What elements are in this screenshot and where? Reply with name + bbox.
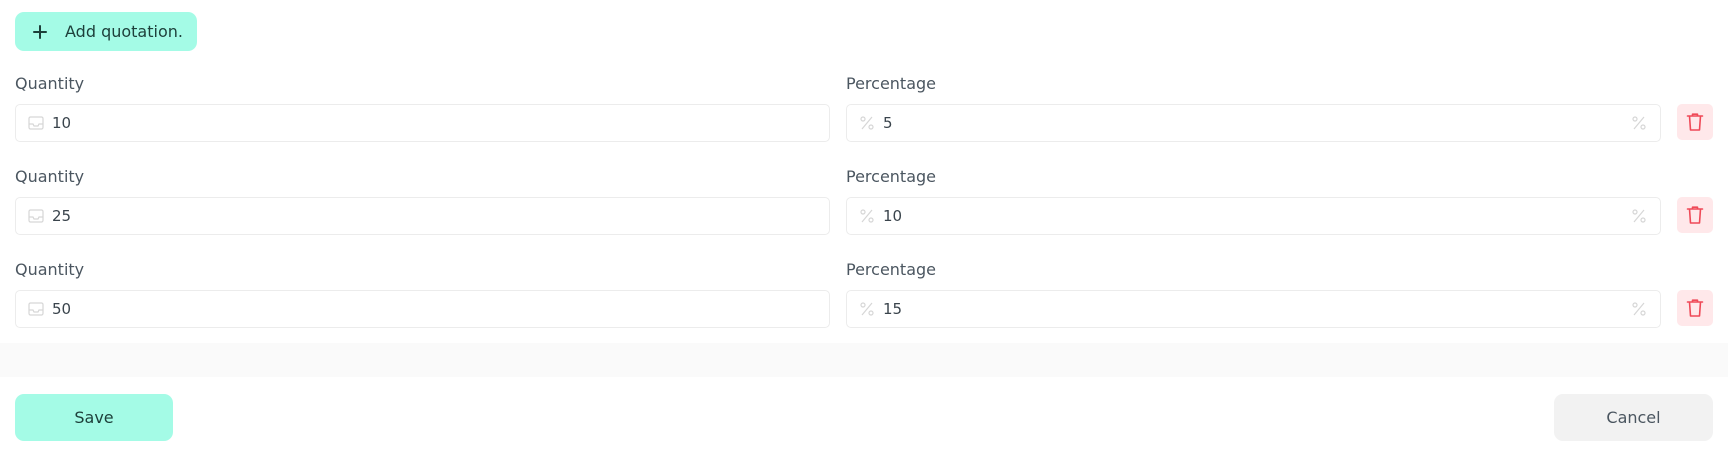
- quantity-field[interactable]: [15, 290, 830, 328]
- delete-quotation-button[interactable]: [1677, 104, 1713, 140]
- quantity-label: Quantity: [15, 167, 85, 186]
- quotation-row: Quantity Percentage: [0, 151, 1728, 243]
- percentage-label: Percentage: [846, 260, 937, 279]
- delete-quotation-button[interactable]: [1677, 197, 1713, 233]
- percentage-input[interactable]: [883, 291, 1630, 327]
- percentage-field[interactable]: [846, 290, 1661, 328]
- percentage-field[interactable]: [846, 104, 1661, 142]
- quantity-label: Quantity: [15, 74, 85, 93]
- trash-icon: [1686, 299, 1704, 317]
- inbox-icon: [28, 116, 44, 130]
- percentage-input[interactable]: [883, 105, 1630, 141]
- quantity-input[interactable]: [52, 291, 829, 327]
- add-quotation-label: Add quotation.: [65, 22, 183, 41]
- trash-icon: [1686, 113, 1704, 131]
- quotation-form: Add quotation. Quantity Percentage 10 5 …: [0, 0, 1728, 456]
- quantity-input[interactable]: [52, 105, 829, 141]
- quotation-list: Quantity Percentage 10 5 Quantity Percen…: [0, 58, 1728, 343]
- save-button[interactable]: Save: [15, 394, 173, 441]
- percent-icon: [1632, 116, 1646, 130]
- percent-icon: [860, 116, 874, 130]
- quotation-row: Quantity Percentage: [0, 244, 1728, 336]
- percent-icon: [860, 302, 874, 316]
- form-divider: [0, 343, 1728, 377]
- percent-icon: [860, 209, 874, 223]
- cancel-button[interactable]: Cancel: [1554, 394, 1713, 441]
- trash-icon: [1686, 206, 1704, 224]
- delete-quotation-button[interactable]: [1677, 290, 1713, 326]
- percent-icon: [1632, 209, 1646, 223]
- percentage-input[interactable]: [883, 198, 1630, 234]
- add-quotation-button[interactable]: Add quotation.: [15, 12, 197, 51]
- quotation-row: Quantity Percentage: [0, 58, 1728, 150]
- quantity-label: Quantity: [15, 260, 85, 279]
- plus-icon: [32, 24, 48, 40]
- percentage-label: Percentage: [846, 74, 937, 93]
- percentage-label: Percentage: [846, 167, 937, 186]
- quantity-input[interactable]: [52, 198, 829, 234]
- quantity-field[interactable]: [15, 197, 830, 235]
- quantity-field[interactable]: [15, 104, 830, 142]
- percent-icon: [1632, 302, 1646, 316]
- inbox-icon: [28, 209, 44, 223]
- percentage-field[interactable]: [846, 197, 1661, 235]
- inbox-icon: [28, 302, 44, 316]
